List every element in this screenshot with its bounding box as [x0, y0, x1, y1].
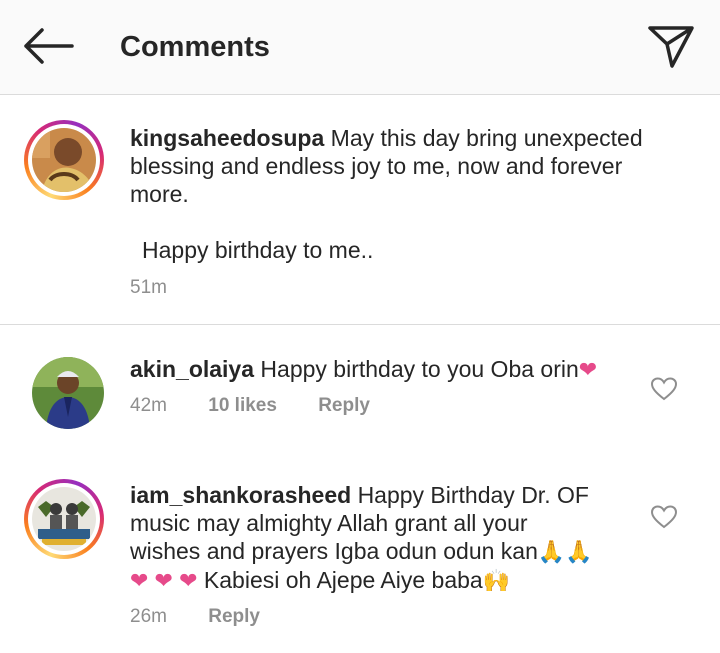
comment-body: Happy birthday to you Oba orin: [260, 356, 579, 382]
comment-item: akin_olaiya Happy birthday to you Oba or…: [0, 325, 720, 455]
caption-line-1: May this day bring unexpected: [330, 125, 643, 151]
reply-button[interactable]: Reply: [208, 606, 260, 627]
heart-emoji: ❤: [578, 357, 598, 382]
caption-time: 51m: [130, 277, 167, 298]
comment-username[interactable]: akin_olaiya: [130, 356, 254, 382]
page-title: Comments: [120, 31, 270, 63]
comment-time: 42m: [130, 395, 167, 416]
comment-line-1: Happy Birthday Dr. OF: [357, 482, 589, 508]
caption: kingsaheedosupa May this day bring unexp…: [0, 96, 720, 324]
raised-hands-emoji: 🙌: [482, 568, 511, 593]
top-bar: Comments: [0, 0, 720, 95]
comment-text: iam_shankorasheed Happy Birthday Dr. OF …: [130, 481, 593, 595]
likes-count[interactable]: 10 likes: [208, 395, 277, 416]
avatar[interactable]: [32, 357, 104, 429]
caption-line-3: more.: [130, 181, 189, 207]
avatar[interactable]: [24, 120, 104, 200]
comment-item: iam_shankorasheed Happy Birthday Dr. OF …: [0, 455, 720, 653]
reply-button[interactable]: Reply: [318, 395, 370, 416]
comment-username[interactable]: iam_shankorasheed: [130, 482, 351, 508]
caption-username[interactable]: kingsaheedosupa: [130, 125, 324, 151]
caption-line-2: blessing and endless joy to me, now and …: [130, 153, 623, 179]
back-arrow-icon[interactable]: [22, 26, 74, 66]
comment-line-2: music may almighty Allah grant all your: [130, 510, 528, 536]
comment-line-4: Kabiesi oh Ajepe Aiye baba: [203, 567, 483, 593]
hearts-emoji: ❤ ❤ ❤: [130, 568, 198, 593]
like-heart-icon[interactable]: [650, 377, 678, 401]
comment-line-3: wishes and prayers Igba odun odun kan: [130, 538, 538, 564]
like-heart-icon[interactable]: [650, 505, 678, 529]
comment-meta: 42m 10 likes Reply: [130, 394, 406, 418]
caption-text: kingsaheedosupa May this day bring unexp…: [130, 124, 643, 264]
praying-hands-emoji: 🙏🙏: [537, 539, 593, 564]
comment-time: 26m: [130, 606, 167, 627]
comment-meta: 26m Reply: [130, 605, 296, 629]
comment-text: akin_olaiya Happy birthday to you Oba or…: [130, 355, 597, 384]
avatar[interactable]: [24, 479, 104, 559]
send-icon[interactable]: [646, 22, 696, 70]
caption-line-4: Happy birthday to me..: [142, 237, 374, 263]
